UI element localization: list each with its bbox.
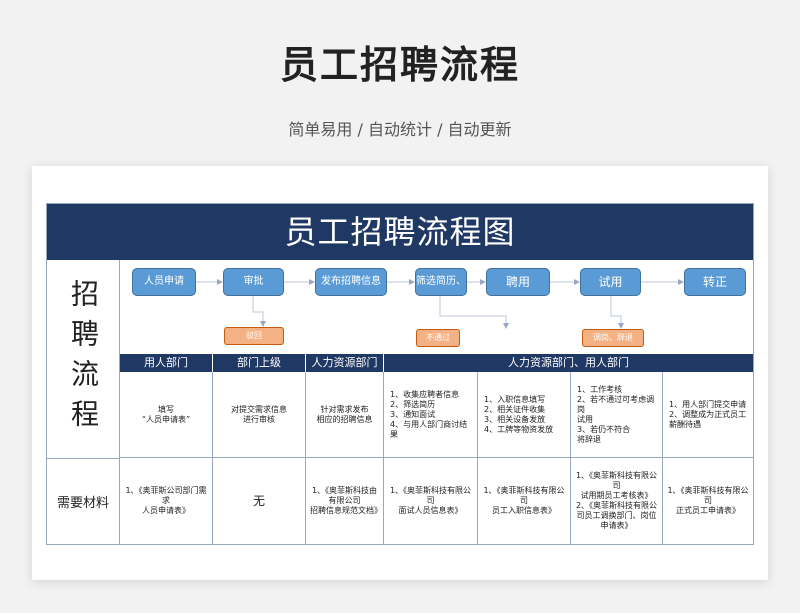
column-header-hr: 人力资源部门 xyxy=(306,354,384,372)
material-cell-text: 1、《奥菲斯公司部门需 求 人员申请表》 xyxy=(125,486,207,515)
page-title: 员工招聘流程 xyxy=(279,43,520,87)
process-cell-text: 填写 “人员申请表” xyxy=(141,404,191,424)
process-cell: 1、入职信息填写 2、相关证件收集 3、相关设备发放 4、工牌等物资发放 xyxy=(478,372,571,458)
material-cell: 1、《奥菲斯科技有限公 司 正式员工申请表》 xyxy=(663,458,753,544)
material-cell-text: 1、《奥菲斯科技由 有限公司 招聘信息规范文档》 xyxy=(310,486,382,515)
process-side-label: 招聘流程 xyxy=(47,260,120,459)
process-cell: 对提交需求信息 进行审核 xyxy=(213,372,306,458)
flow-step-publish: 发布招聘信息 xyxy=(315,268,387,296)
process-cell-text: 1、收集应聘者信息 2、筛选简历 3、通知面试 4、与用人部门商讨结果 xyxy=(390,389,468,439)
material-cell-text: 无 xyxy=(252,494,265,508)
process-cell: 针对需求发布 相应的招聘信息 xyxy=(306,372,384,458)
process-cell: 填写 “人员申请表” xyxy=(120,372,213,458)
material-cell-text: 1、《奥菲斯科技有限公 司 面试人员信息表》 xyxy=(389,486,472,515)
flow-step-apply: 人员申请 xyxy=(132,268,196,296)
material-cell-text: 1、《奥菲斯科技有限公 司 正式员工申请表》 xyxy=(667,486,749,515)
flow-step-screen: 筛选简历、 xyxy=(415,268,467,296)
column-header-hr-dept: 人力资源部门、用人部门 xyxy=(384,354,753,372)
process-cell-text: 针对需求发布 相应的招聘信息 xyxy=(316,404,373,424)
flow-branch-transfer: 调岗、辞退 xyxy=(582,329,644,347)
material-cell: 1、《奥菲斯科技由 有限公司 招聘信息规范文档》 xyxy=(306,458,384,544)
material-cell: 1、《奥菲斯科技有限公 司 面试人员信息表》 xyxy=(384,458,478,544)
material-cell: 1、《奥菲斯公司部门需 求 人员申请表》 xyxy=(120,458,213,544)
column-header-dept: 用人部门 xyxy=(120,354,213,372)
process-cell-text: 1、工作考核 2、若不通过可考虑调岗 试用 3、若仍不符合 将辞退 xyxy=(577,384,655,444)
material-cell: 1、《奥菲斯科技有限公司 员工入职信息表》 xyxy=(478,458,571,544)
materials-label: 需要材料 xyxy=(47,458,120,544)
material-cell: 无 xyxy=(213,458,306,544)
process-side-label-text: 招聘流程 xyxy=(67,279,100,439)
process-cell: 1、收集应聘者信息 2、筛选简历 3、通知面试 4、与用人部门商讨结果 xyxy=(384,372,478,458)
process-cell: 1、用人部门提交申请 2、调整成为正式员工 薪酬待遇 xyxy=(663,372,753,458)
material-cell: 1、《奥菲斯科技有限公 司 试用期员工考核表》 2、《奥菲斯科技有限公 司员工调… xyxy=(571,458,663,544)
process-cell-text: 1、用人部门提交申请 2、调整成为正式员工 薪酬待遇 xyxy=(669,399,747,429)
column-header-supervisor: 部门上级 xyxy=(213,354,306,372)
page-subtitle: 简单易用 / 自动统计 / 自动更新 xyxy=(288,120,512,139)
flowchart: 人员申请 审批 发布招聘信息 筛选简历、 聘用 试用 转正 驳回 不通过 调岗、… xyxy=(120,260,753,354)
sheet-banner: 员工招聘流程图 xyxy=(47,204,753,260)
flow-step-approve: 审批 xyxy=(223,268,284,296)
flow-step-trial: 试用 xyxy=(580,268,641,296)
material-cell-text: 1、《奥菲斯科技有限公司 员工入职信息表》 xyxy=(483,486,565,515)
flow-branch-fail: 不通过 xyxy=(416,329,460,347)
process-cell-text: 1、入职信息填写 2、相关证件收集 3、相关设备发放 4、工牌等物资发放 xyxy=(484,394,554,434)
flow-step-regular: 转正 xyxy=(684,268,746,296)
material-cell-text: 1、《奥菲斯科技有限公 司 试用期员工考核表》 2、《奥菲斯科技有限公 司员工调… xyxy=(575,471,658,530)
flow-step-hire: 聘用 xyxy=(486,268,550,296)
process-cell-text: 对提交需求信息 进行审核 xyxy=(231,404,287,424)
recruitment-flow-sheet: 员工招聘流程图 招聘流程 人员申请 审批 发布招聘信息 筛选简历、 聘用 试用 xyxy=(46,203,754,545)
flow-branch-reject: 驳回 xyxy=(224,327,284,345)
process-cell: 1、工作考核 2、若不通过可考虑调岗 试用 3、若仍不符合 将辞退 xyxy=(571,372,663,458)
